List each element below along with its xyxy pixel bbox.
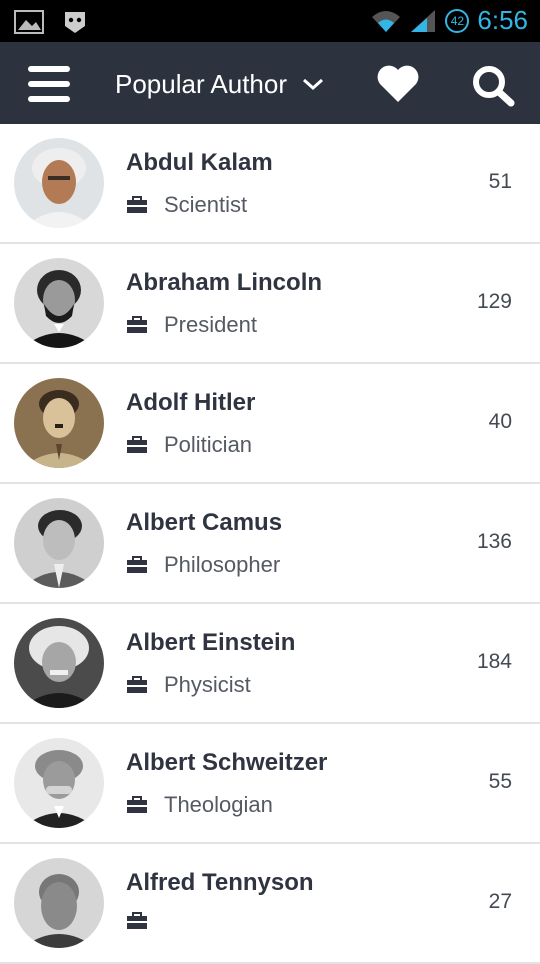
author-filter-dropdown[interactable]: Popular Author [115, 66, 325, 102]
briefcase-icon [127, 912, 147, 929]
quote-count: 129 [476, 290, 512, 313]
author-profession: Politician [126, 432, 252, 458]
author-profession: President [126, 312, 257, 338]
author-name: Albert Schweitzer [126, 749, 328, 776]
author-avatar [14, 378, 104, 468]
author-name: Abraham Lincoln [126, 269, 323, 296]
briefcase-icon [127, 196, 147, 213]
quote-count: 40 [488, 410, 512, 433]
author-avatar [14, 138, 104, 228]
author-avatar [14, 258, 104, 348]
author-avatar [14, 738, 104, 828]
author-name: Albert Einstein [126, 629, 296, 656]
author-profession: Physicist [126, 672, 251, 698]
search-icon[interactable] [470, 63, 516, 107]
quote-count: 27 [488, 890, 512, 913]
author-profession [126, 912, 164, 930]
notification-badge: 42 [445, 8, 470, 33]
briefcase-icon [127, 796, 147, 813]
author-row[interactable]: Albert Camus Philosopher 136 [0, 484, 540, 604]
status-right: 42 6:56 [371, 5, 528, 36]
author-avatar [14, 618, 104, 708]
menu-icon[interactable] [28, 66, 70, 102]
chevron-down-icon [303, 78, 324, 91]
quote-count: 184 [476, 650, 512, 673]
quote-count: 136 [476, 530, 512, 553]
app-bar: Popular Author [0, 42, 540, 124]
bbm-icon [65, 12, 85, 33]
author-list: Abdul Kalam Scientist 51 Abraham Lincoln [0, 124, 540, 964]
author-profession: Philosopher [126, 552, 280, 578]
author-row[interactable]: Adolf Hitler Politician 40 [0, 364, 540, 484]
author-name: Adolf Hitler [126, 389, 256, 416]
author-row[interactable]: Albert Schweitzer Theologian 55 [0, 724, 540, 844]
dropdown-label: Popular Author [115, 68, 288, 99]
briefcase-icon [127, 436, 147, 453]
wifi-icon [372, 10, 401, 32]
status-time: 6:56 [477, 5, 528, 35]
heart-icon[interactable] [376, 64, 420, 104]
profession-label: Theologian [164, 792, 273, 817]
author-profession: Theologian [126, 792, 273, 818]
profession-label: Politician [164, 432, 253, 457]
author-row[interactable]: Alfred Tennyson 27 [0, 844, 540, 964]
quote-count: 55 [488, 770, 512, 793]
status-bar: 42 6:56 [0, 0, 540, 42]
author-row[interactable]: Abdul Kalam Scientist 51 [0, 124, 540, 244]
status-left [14, 9, 88, 35]
image-icon [14, 10, 44, 34]
author-avatar [14, 498, 104, 588]
profession-label: Philosopher [164, 552, 281, 577]
briefcase-icon [127, 556, 147, 573]
profession-label: President [164, 312, 257, 337]
author-row[interactable]: Albert Einstein Physicist 184 [0, 604, 540, 724]
briefcase-icon [127, 316, 147, 333]
author-row[interactable]: Abraham Lincoln President 129 [0, 244, 540, 364]
profession-label: Scientist [164, 192, 248, 217]
author-name: Alfred Tennyson [126, 869, 314, 896]
author-name: Abdul Kalam [126, 149, 273, 176]
profession-label: Physicist [164, 672, 251, 697]
author-profession: Scientist [126, 192, 247, 218]
quote-count: 51 [488, 170, 512, 193]
signal-icon [411, 9, 436, 32]
author-avatar [14, 858, 104, 948]
briefcase-icon [127, 676, 147, 693]
author-name: Albert Camus [126, 509, 283, 536]
